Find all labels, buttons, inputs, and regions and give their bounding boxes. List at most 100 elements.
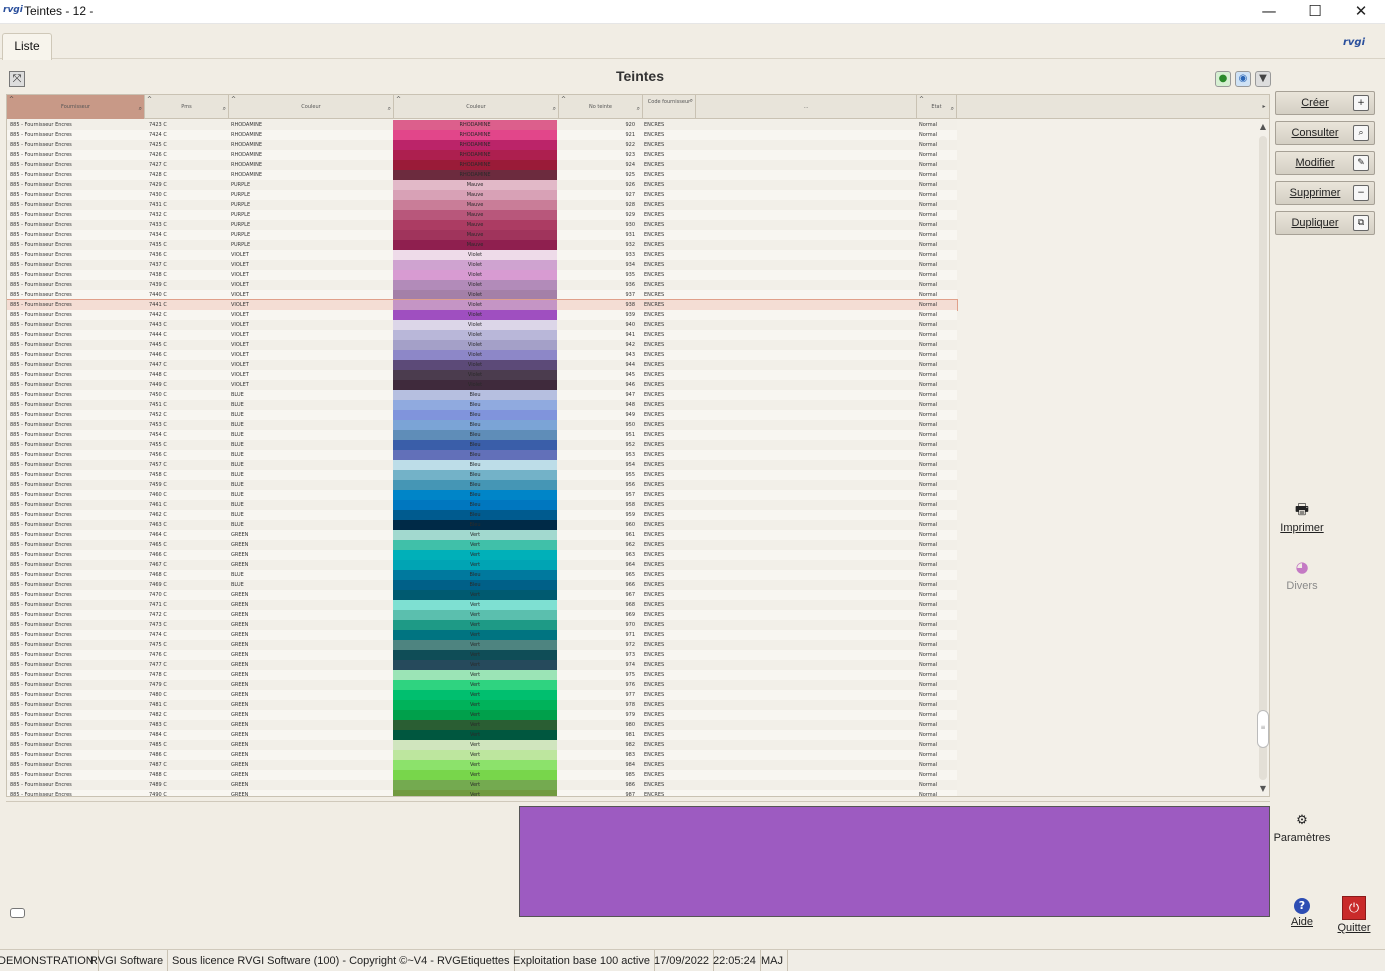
column-menu-icon[interactable]: ▸ bbox=[1257, 95, 1269, 119]
column-header-etat[interactable]: ^ Etat ⌕ bbox=[917, 95, 957, 119]
table-row[interactable]: 885 - Fournisseur Encres 7471 C GREEN Vert 9… bbox=[7, 600, 957, 610]
table-row[interactable]: 885 - Fournisseur Encres 7432 C PURPLE Mauv… bbox=[7, 210, 957, 220]
table-row[interactable]: 885 - Fournisseur Encres 7483 C GREEN Vert 9… bbox=[7, 720, 957, 730]
table-row[interactable]: 885 - Fournisseur Encres 7442 C VIOLET Viol… bbox=[7, 310, 957, 320]
table-row[interactable]: 885 - Fournisseur Encres 7441 C VIOLET Viol… bbox=[7, 299, 958, 311]
table-row[interactable]: 885 - Fournisseur Encres 7484 C GREEN Vert 9… bbox=[7, 730, 957, 740]
refresh-icon[interactable]: ◉ bbox=[1235, 71, 1251, 87]
table-row[interactable]: 885 - Fournisseur Encres 7487 C GREEN Vert 9… bbox=[7, 760, 957, 770]
expand-icon[interactable]: ⤧ bbox=[9, 71, 25, 87]
table-row[interactable]: 885 - Fournisseur Encres 7457 C BLUE Bleu 95… bbox=[7, 460, 957, 470]
table-row[interactable]: 885 - Fournisseur Encres 7459 C BLUE Bleu 95… bbox=[7, 480, 957, 490]
table-row[interactable]: 885 - Fournisseur Encres 7431 C PURPLE Mauv… bbox=[7, 200, 957, 210]
table-row[interactable]: 885 - Fournisseur Encres 7444 C VIOLET Viol… bbox=[7, 330, 957, 340]
table-row[interactable]: 885 - Fournisseur Encres 7472 C GREEN Vert 9… bbox=[7, 610, 957, 620]
table-row[interactable]: 885 - Fournisseur Encres 7452 C BLUE Bleu 94… bbox=[7, 410, 957, 420]
table-row[interactable]: 885 - Fournisseur Encres 7466 C GREEN Vert 9… bbox=[7, 550, 957, 560]
table-row[interactable]: 885 - Fournisseur Encres 7447 C VIOLET Viol… bbox=[7, 360, 957, 370]
table-row[interactable]: 885 - Fournisseur Encres 7469 C BLUE Bleu 96… bbox=[7, 580, 957, 590]
minimize-button[interactable]: — bbox=[1246, 0, 1292, 24]
table-row[interactable]: 885 - Fournisseur Encres 7423 C RHODAMINE R… bbox=[7, 120, 957, 130]
scroll-up-icon[interactable]: ▲ bbox=[1256, 120, 1269, 134]
dupliquer-button[interactable]: Dupliquer ⧉ bbox=[1275, 211, 1375, 235]
supprimer-button[interactable]: Supprimer − bbox=[1275, 181, 1375, 205]
table-row[interactable]: 885 - Fournisseur Encres 7443 C VIOLET Viol… bbox=[7, 320, 957, 330]
table-row[interactable]: 885 - Fournisseur Encres 7482 C GREEN Vert 9… bbox=[7, 710, 957, 720]
column-header-pms[interactable]: ^ Pms ⌕ bbox=[145, 95, 229, 119]
table-row[interactable]: 885 - Fournisseur Encres 7468 C BLUE Bleu 96… bbox=[7, 570, 957, 580]
modifier-button[interactable]: Modifier ✎ bbox=[1275, 151, 1375, 175]
consulter-button[interactable]: Consulter ⌕ bbox=[1275, 121, 1375, 145]
divers-button[interactable]: ◕ Divers bbox=[1267, 556, 1337, 592]
imprimer-button[interactable]: 🖶 Imprimer bbox=[1267, 498, 1337, 534]
table-row[interactable]: 885 - Fournisseur Encres 7488 C GREEN Vert 9… bbox=[7, 770, 957, 780]
table-row[interactable]: 885 - Fournisseur Encres 7427 C RHODAMINE R… bbox=[7, 160, 957, 170]
column-header-code-fournisseur[interactable]: ^Code fournisseur⌕ bbox=[643, 95, 696, 119]
table-row[interactable]: 885 - Fournisseur Encres 7470 C GREEN Vert 9… bbox=[7, 590, 957, 600]
table-row[interactable]: 885 - Fournisseur Encres 7428 C RHODAMINE R… bbox=[7, 170, 957, 180]
vertical-scrollbar[interactable]: ▲ ≡ ▼ bbox=[1256, 120, 1269, 796]
column-header-couleur[interactable]: ^ Couleur ⌕ bbox=[229, 95, 394, 119]
table-row[interactable]: 885 - Fournisseur Encres 7478 C GREEN Vert 9… bbox=[7, 670, 957, 680]
table-row[interactable]: 885 - Fournisseur Encres 7426 C RHODAMINE R… bbox=[7, 150, 957, 160]
table-row[interactable]: 885 - Fournisseur Encres 7467 C GREEN Vert 9… bbox=[7, 560, 957, 570]
column-header-no-teinte[interactable]: ^ No teinte ⌕ bbox=[559, 95, 643, 119]
table-row[interactable]: 885 - Fournisseur Encres 7424 C RHODAMINE R… bbox=[7, 130, 957, 140]
maximize-button[interactable]: ☐ bbox=[1292, 0, 1338, 24]
table-row[interactable]: 885 - Fournisseur Encres 7461 C BLUE Bleu 95… bbox=[7, 500, 957, 510]
table-row[interactable]: 885 - Fournisseur Encres 7429 C PURPLE Mauv… bbox=[7, 180, 957, 190]
table-row[interactable]: 885 - Fournisseur Encres 7435 C PURPLE Mauv… bbox=[7, 240, 957, 250]
table-row[interactable]: 885 - Fournisseur Encres 7462 C BLUE Bleu 95… bbox=[7, 510, 957, 520]
creer-button[interactable]: Créer + bbox=[1275, 91, 1375, 115]
column-header-blank[interactable]: ... bbox=[696, 95, 917, 119]
table-row[interactable]: 885 - Fournisseur Encres 7451 C BLUE Bleu 94… bbox=[7, 400, 957, 410]
add-filter-icon[interactable]: ● bbox=[1215, 71, 1231, 87]
table-row[interactable]: 885 - Fournisseur Encres 7456 C BLUE Bleu 95… bbox=[7, 450, 957, 460]
table-row[interactable]: 885 - Fournisseur Encres 7445 C VIOLET Viol… bbox=[7, 340, 957, 350]
table-row[interactable]: 885 - Fournisseur Encres 7454 C BLUE Bleu 95… bbox=[7, 430, 957, 440]
table-row[interactable]: 885 - Fournisseur Encres 7486 C GREEN Vert 9… bbox=[7, 750, 957, 760]
column-header-fournisseur[interactable]: ^ Fournisseur ⌕ bbox=[7, 95, 145, 119]
table-row[interactable]: 885 - Fournisseur Encres 7490 C GREEN Vert 9… bbox=[7, 790, 957, 796]
table-row[interactable]: 885 - Fournisseur Encres 7430 C PURPLE Mauv… bbox=[7, 190, 957, 200]
table-row[interactable]: 885 - Fournisseur Encres 7455 C BLUE Bleu 95… bbox=[7, 440, 957, 450]
option-checkbox[interactable] bbox=[10, 908, 25, 918]
column-header-couleur-swatch[interactable]: ^ Couleur ⌕ bbox=[394, 95, 559, 119]
table-row[interactable]: 885 - Fournisseur Encres 7458 C BLUE Bleu 95… bbox=[7, 470, 957, 480]
scroll-thumb[interactable]: ≡ bbox=[1257, 710, 1269, 748]
table-row[interactable]: 885 - Fournisseur Encres 7438 C VIOLET Viol… bbox=[7, 270, 957, 280]
table-row[interactable]: 885 - Fournisseur Encres 7439 C VIOLET Viol… bbox=[7, 280, 957, 290]
table-row[interactable]: 885 - Fournisseur Encres 7485 C GREEN Vert 9… bbox=[7, 740, 957, 750]
close-button[interactable]: ✕ bbox=[1338, 0, 1384, 24]
scroll-down-icon[interactable]: ▼ bbox=[1256, 782, 1269, 796]
table-row[interactable]: 885 - Fournisseur Encres 7477 C GREEN Vert 9… bbox=[7, 660, 957, 670]
table-row[interactable]: 885 - Fournisseur Encres 7475 C GREEN Vert 9… bbox=[7, 640, 957, 650]
table-row[interactable]: 885 - Fournisseur Encres 7489 C GREEN Vert 9… bbox=[7, 780, 957, 790]
parametres-button[interactable]: ⚙ Paramètres bbox=[1267, 812, 1337, 844]
table-row[interactable]: 885 - Fournisseur Encres 7453 C BLUE Bleu 95… bbox=[7, 420, 957, 430]
table-row[interactable]: 885 - Fournisseur Encres 7440 C VIOLET Viol… bbox=[7, 290, 957, 300]
table-row[interactable]: 885 - Fournisseur Encres 7465 C GREEN Vert 9… bbox=[7, 540, 957, 550]
tab-liste[interactable]: Liste bbox=[2, 33, 52, 60]
table-row[interactable]: 885 - Fournisseur Encres 7480 C GREEN Vert 9… bbox=[7, 690, 957, 700]
table-row[interactable]: 885 - Fournisseur Encres 7449 C VIOLET Viol… bbox=[7, 380, 957, 390]
table-row[interactable]: 885 - Fournisseur Encres 7446 C VIOLET Viol… bbox=[7, 350, 957, 360]
table-row[interactable]: 885 - Fournisseur Encres 7479 C GREEN Vert 9… bbox=[7, 680, 957, 690]
quitter-button[interactable]: ⏻ Quitter bbox=[1319, 896, 1385, 934]
table-row[interactable]: 885 - Fournisseur Encres 7476 C GREEN Vert 9… bbox=[7, 650, 957, 660]
table-row[interactable]: 885 - Fournisseur Encres 7474 C GREEN Vert 9… bbox=[7, 630, 957, 640]
table-row[interactable]: 885 - Fournisseur Encres 7473 C GREEN Vert 9… bbox=[7, 620, 957, 630]
table-row[interactable]: 885 - Fournisseur Encres 7433 C PURPLE Mauv… bbox=[7, 220, 957, 230]
table-row[interactable]: 885 - Fournisseur Encres 7481 C GREEN Vert 9… bbox=[7, 700, 957, 710]
table-row[interactable]: 885 - Fournisseur Encres 7437 C VIOLET Viol… bbox=[7, 260, 957, 270]
filter-icon[interactable]: ▼ bbox=[1255, 71, 1271, 87]
table-row[interactable]: 885 - Fournisseur Encres 7450 C BLUE Bleu 94… bbox=[7, 390, 957, 400]
table-row[interactable]: 885 - Fournisseur Encres 7434 C PURPLE Mauv… bbox=[7, 230, 957, 240]
table-row[interactable]: 885 - Fournisseur Encres 7425 C RHODAMINE R… bbox=[7, 140, 957, 150]
table-row[interactable]: 885 - Fournisseur Encres 7436 C VIOLET Viol… bbox=[7, 250, 957, 260]
scroll-track[interactable] bbox=[1259, 136, 1267, 780]
table-row[interactable]: 885 - Fournisseur Encres 7460 C BLUE Bleu 95… bbox=[7, 490, 957, 500]
table-row[interactable]: 885 - Fournisseur Encres 7464 C GREEN Vert 9… bbox=[7, 530, 957, 540]
table-row[interactable]: 885 - Fournisseur Encres 7463 C BLUE Bleu 96… bbox=[7, 520, 957, 530]
table-row[interactable]: 885 - Fournisseur Encres 7448 C VIOLET Viol… bbox=[7, 370, 957, 380]
